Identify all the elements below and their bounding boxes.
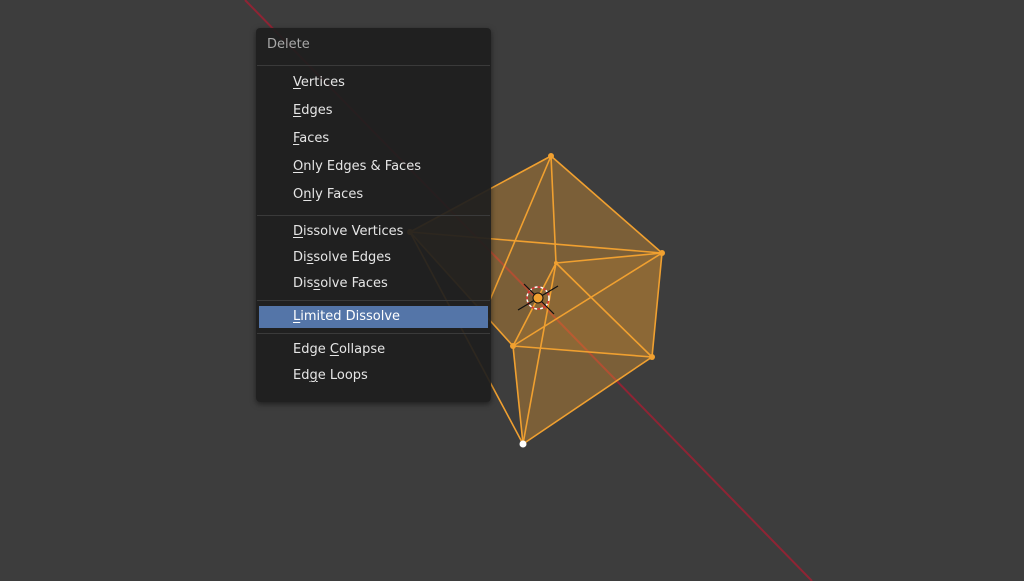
menu-item-only-faces[interactable]: Only Faces xyxy=(259,184,488,206)
menu-title: Delete xyxy=(267,37,310,52)
delete-menu: Delete Vertices Edges Faces Only Edges & Fa… xyxy=(256,28,491,402)
menu-item-label: Faces xyxy=(293,131,330,146)
menu-item-label: Edge Collapse xyxy=(293,342,386,357)
menu-item-edges[interactable]: Edges xyxy=(259,100,488,122)
menu-item-vertices[interactable]: Vertices xyxy=(259,72,488,94)
menu-item-dissolve-faces[interactable]: Dissolve Faces xyxy=(259,273,488,295)
menu-item-faces[interactable]: Faces xyxy=(259,128,488,150)
menu-item-only-edges-faces[interactable]: Only Edges & Faces xyxy=(259,156,488,178)
3d-viewport[interactable] xyxy=(0,0,1024,581)
menu-item-dissolve-edges[interactable]: Dissolve Edges xyxy=(259,247,488,269)
menu-item-label: Edge Loops xyxy=(293,368,368,383)
menu-item-edge-collapse[interactable]: Edge Collapse xyxy=(259,339,488,361)
menu-item-label: Only Faces xyxy=(293,187,364,202)
menu-item-label: Vertices xyxy=(293,75,345,90)
menu-item-label: Only Edges & Faces xyxy=(293,159,421,174)
menu-item-label: Dissolve Faces xyxy=(293,276,388,291)
menu-item-limited-dissolve[interactable]: Limited Dissolve xyxy=(259,306,488,328)
menu-item-label: Limited Dissolve xyxy=(293,309,401,324)
menu-item-label: Edges xyxy=(293,103,333,118)
active-vertex xyxy=(519,440,527,448)
menu-separator xyxy=(257,215,490,216)
menu-item-label: Dissolve Edges xyxy=(293,250,392,265)
object-origin xyxy=(532,292,544,304)
menu-item-dissolve-vertices[interactable]: Dissolve Vertices xyxy=(259,221,488,243)
menu-separator xyxy=(257,333,490,334)
menu-separator xyxy=(257,300,490,301)
menu-item-label: Dissolve Vertices xyxy=(293,224,404,239)
menu-separator xyxy=(257,65,490,66)
menu-item-edge-loops[interactable]: Edge Loops xyxy=(259,365,488,387)
